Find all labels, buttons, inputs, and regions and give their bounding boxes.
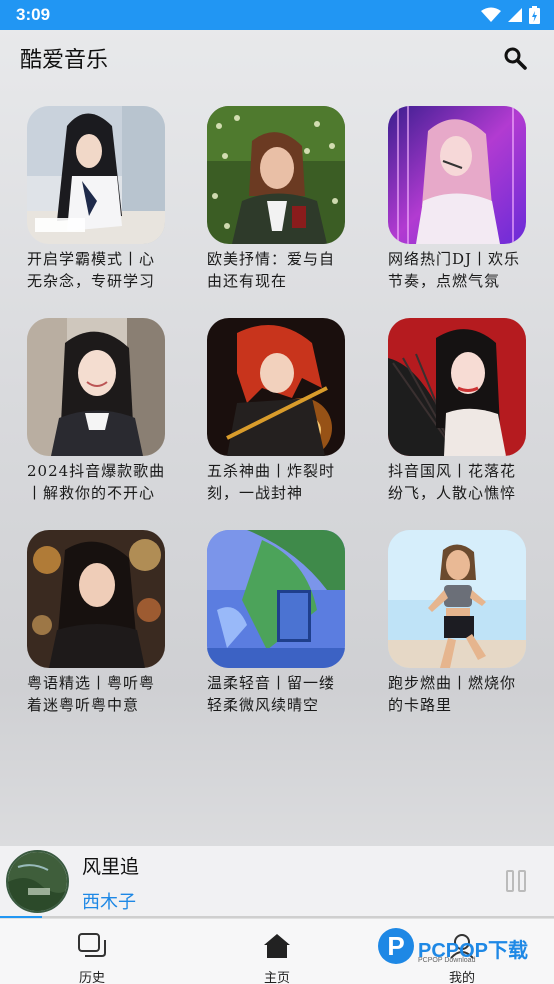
now-playing-bar[interactable]: 风里追 西木子: [0, 846, 554, 918]
playlist-title: 跑步燃曲丨燃烧你的卡路里: [388, 674, 517, 714]
cover-anime-warrior[interactable]: [207, 318, 345, 456]
playlist-title: 网络热门DJ丨欢乐节奏，点燃气氛: [388, 250, 521, 290]
playlist-card[interactable]: 欧美抒情：爱与自由还有现在: [207, 106, 357, 292]
playlist-title: 欧美抒情：爱与自由还有现在: [207, 250, 336, 290]
watermark-letter: P: [378, 928, 414, 964]
playlist-card[interactable]: 抖音国风丨花落花纷飞，人散心憔悴: [388, 318, 538, 504]
playlist-title: 五杀神曲丨炸裂时刻，一战封神: [207, 462, 336, 502]
cover-fan-girl[interactable]: [388, 318, 526, 456]
home-icon: [264, 934, 290, 958]
watermark-subtext: PCPOP Download: [418, 957, 476, 964]
status-icons: [481, 6, 540, 24]
search-icon: [504, 47, 527, 70]
nav-label: 历史: [78, 971, 105, 984]
playlist-card[interactable]: 跑步燃曲丨燃烧你的卡路里: [388, 530, 538, 716]
app-header: 酷爱音乐: [0, 30, 554, 86]
playlist-card[interactable]: 网络热门DJ丨欢乐节奏，点燃气氛: [388, 106, 538, 292]
status-bar: 3:09: [0, 0, 554, 30]
nav-history[interactable]: 历史: [32, 919, 152, 984]
playlist-title: 开启学霸模式丨心无杂念，专研学习: [27, 250, 156, 290]
playlist-card[interactable]: 五杀神曲丨炸裂时刻，一战封神: [207, 318, 357, 504]
wifi-icon: [481, 7, 501, 22]
watermark-logo: P PCPOP下载 PCPOP Download: [376, 928, 554, 972]
cover-dj-singer[interactable]: [388, 106, 526, 244]
playlist-title: 温柔轻音丨留一缕轻柔微风续晴空: [207, 674, 336, 714]
artist-name[interactable]: 西木子: [82, 888, 136, 914]
playlist-title: 粤语精选丨粤听粤着迷粤听粤中意: [27, 674, 156, 714]
playlist-card[interactable]: 温柔轻音丨留一缕轻柔微风续晴空: [207, 530, 357, 716]
history-icon: [78, 933, 106, 957]
signal-icon: [508, 8, 522, 22]
nav-home[interactable]: 主页: [217, 919, 337, 984]
cover-night-lights-girl[interactable]: [27, 530, 165, 668]
status-time: 3:09: [16, 5, 51, 24]
cover-smiling-girl[interactable]: [27, 318, 165, 456]
playlist-card[interactable]: 粤语精选丨粤听粤着迷粤听粤中意: [27, 530, 177, 716]
cover-girl-studying[interactable]: [27, 106, 165, 244]
playlist-card[interactable]: 2024抖音爆款歌曲丨解救你的不开心: [27, 318, 177, 504]
playlist-title: 2024抖音爆款歌曲丨解救你的不开心: [27, 462, 166, 502]
nav-label: 主页: [263, 971, 290, 984]
playlist-card[interactable]: 开启学霸模式丨心无杂念，专研学习: [27, 106, 177, 292]
album-art[interactable]: [6, 850, 69, 913]
pause-button[interactable]: [506, 870, 528, 892]
cover-runner[interactable]: [388, 530, 526, 668]
song-title: 风里追: [82, 856, 140, 878]
cover-painted-window[interactable]: [207, 530, 345, 668]
app-title: 酷爱音乐: [20, 48, 109, 73]
playlist-title: 抖音国风丨花落花纷飞，人散心憔悴: [388, 462, 517, 502]
search-button[interactable]: [500, 43, 530, 73]
pause-icon: [506, 870, 514, 892]
battery-icon: [529, 6, 540, 24]
cover-woman-in-field[interactable]: [207, 106, 345, 244]
